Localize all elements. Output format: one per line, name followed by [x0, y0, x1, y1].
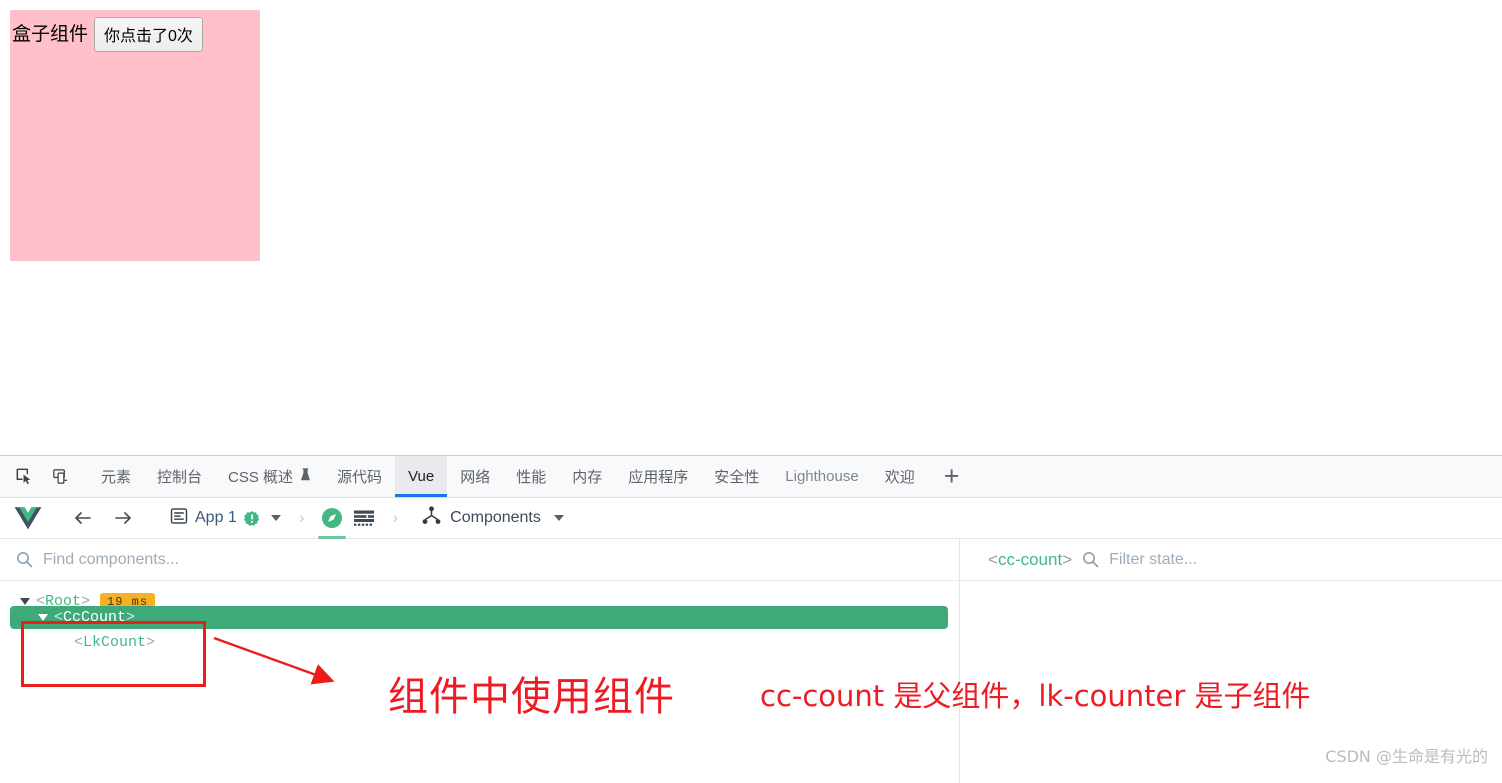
tab-console[interactable]: 控制台	[144, 456, 215, 497]
search-input[interactable]	[43, 550, 959, 569]
add-tab-button[interactable]: +	[928, 456, 976, 497]
app-window-icon	[170, 507, 188, 530]
tab-label: Vue	[408, 468, 435, 485]
tag-close-bracket: >	[126, 609, 136, 626]
tag-open-bracket: <	[54, 609, 64, 626]
back-button[interactable]	[68, 503, 98, 533]
tab-lighthouse[interactable]: Lighthouse	[772, 456, 871, 497]
find-components-row	[0, 539, 959, 581]
tree-row-lkcount[interactable]: <LkCount>	[0, 631, 155, 654]
tab-security[interactable]: 安全性	[701, 456, 772, 497]
annotation-detail-text: cc-count 是父组件，lk-counter 是子组件	[760, 679, 1311, 713]
vue-logo-icon	[14, 506, 42, 530]
tab-label: Lighthouse	[785, 468, 859, 485]
inspector-mode-selector[interactable]: Components	[416, 502, 570, 534]
chevron-down-icon	[270, 515, 281, 521]
filter-state-row: <cc-count>	[960, 539, 1502, 581]
search-icon	[1082, 551, 1099, 568]
warning-badge-icon	[243, 510, 260, 526]
box-header-row: 盒子组件 你点击了0次	[10, 10, 260, 52]
compass-icon[interactable]	[316, 503, 348, 539]
breadcrumb-separator-2: ›	[392, 508, 399, 527]
tab-css-overview[interactable]: CSS 概述	[215, 456, 324, 497]
component-tree-pane: <Root> 19 ms <CcCount> <LkCount>	[0, 539, 960, 783]
tree-row-cccount[interactable]: <CcCount>	[10, 606, 948, 629]
tag-open-bracket: <	[74, 634, 84, 651]
screenshot-root: 盒子组件 你点击了0次 元素 控制台 CSS 概述 源代码 Vue 网络 性能 …	[0, 0, 1502, 783]
tab-label: CSS 概述	[228, 469, 294, 486]
chevron-down-icon	[553, 515, 564, 521]
tab-welcome[interactable]: 欢迎	[872, 456, 928, 497]
forward-button[interactable]	[108, 503, 138, 533]
annotation-main-text: 组件中使用组件	[388, 674, 675, 720]
search-icon	[16, 551, 33, 568]
tab-performance[interactable]: 性能	[503, 456, 559, 497]
app-name-label: App 1	[195, 509, 237, 526]
devtools-tabstrip: 元素 控制台 CSS 概述 源代码 Vue 网络 性能 内存 应用程序 安全性 …	[0, 456, 1502, 498]
tag-open-bracket: <	[988, 549, 998, 569]
tag-close-bracket: >	[1062, 549, 1073, 569]
tag-name: LkCount	[83, 634, 147, 651]
vue-devtools-toolbar: App 1 › › Components	[0, 498, 1502, 539]
box-component: 盒子组件 你点击了0次	[10, 10, 260, 261]
inspector-mode-label: Components	[450, 509, 541, 526]
tag-name: cc-count	[997, 549, 1063, 569]
devtools-panel: 元素 控制台 CSS 概述 源代码 Vue 网络 性能 内存 应用程序 安全性 …	[0, 455, 1502, 783]
box-title: 盒子组件	[12, 23, 89, 45]
tab-network[interactable]: 网络	[447, 456, 503, 497]
tree-row-label: <CcCount>	[54, 609, 135, 626]
device-toolbar-icon[interactable]	[45, 462, 75, 492]
tab-elements[interactable]: 元素	[88, 456, 144, 497]
component-tree-icon	[422, 506, 441, 530]
flask-icon	[300, 467, 311, 486]
tab-label: 应用程序	[628, 469, 689, 486]
tag-name: CcCount	[63, 609, 127, 626]
inspect-element-icon[interactable]	[9, 462, 39, 492]
tab-label: 元素	[101, 469, 132, 486]
tab-label: 源代码	[337, 469, 383, 486]
vue-devtools-body: <Root> 19 ms <CcCount> <LkCount> <cc-cou…	[0, 539, 1502, 783]
data-grid-icon[interactable]	[348, 503, 380, 533]
tab-label: 性能	[516, 469, 547, 486]
browser-viewport: 盒子组件 你点击了0次	[0, 0, 1502, 455]
expand-arrow-icon[interactable]	[20, 598, 30, 605]
tab-label: 安全性	[714, 469, 760, 486]
tab-memory[interactable]: 内存	[559, 456, 615, 497]
tab-application[interactable]: 应用程序	[615, 456, 701, 497]
tab-sources[interactable]: 源代码	[324, 456, 395, 497]
selected-component-tag: <cc-count>	[976, 550, 1072, 570]
component-tree: <Root> 19 ms <CcCount> <LkCount>	[0, 581, 959, 651]
tab-label: 网络	[460, 469, 491, 486]
tag-close-bracket: >	[146, 634, 156, 651]
breadcrumb-separator-1: ›	[298, 508, 305, 527]
tab-label: 控制台	[157, 469, 203, 486]
csdn-watermark: CSDN @生命是有光的	[1325, 747, 1488, 766]
tree-row-label: <LkCount>	[74, 634, 155, 651]
tab-label: 欢迎	[884, 469, 915, 486]
tab-label: 内存	[572, 469, 603, 486]
tab-vue[interactable]: Vue	[395, 456, 448, 497]
click-count-button[interactable]: 你点击了0次	[94, 17, 203, 52]
app-selector[interactable]: App 1	[164, 503, 287, 534]
filter-state-input[interactable]	[1109, 550, 1502, 569]
expand-arrow-icon[interactable]	[38, 614, 48, 621]
